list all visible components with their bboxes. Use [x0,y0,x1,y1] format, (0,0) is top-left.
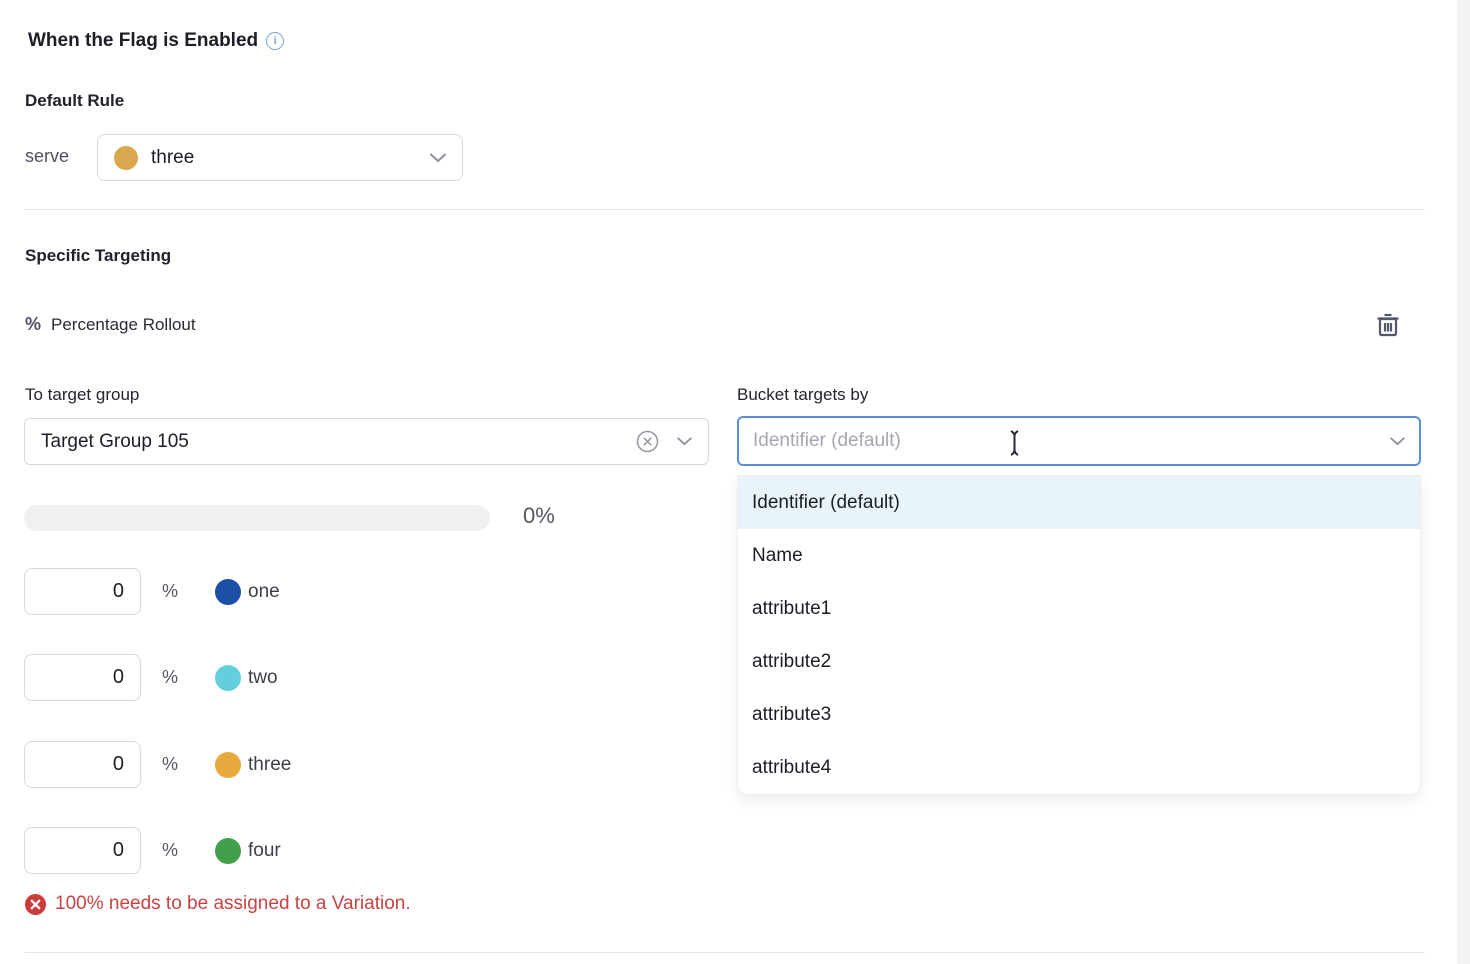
percentage-rollout-title: Percentage Rollout [51,315,196,335]
section-divider [25,209,1425,210]
delete-rule-button[interactable] [1372,310,1404,342]
menu-option-attribute1[interactable]: attribute1 [738,582,1420,635]
text-cursor-icon [1007,429,1022,462]
trash-icon [1376,312,1400,341]
variation-weight-row: % four [24,827,281,874]
menu-option-identifier-default[interactable]: Identifier (default) [738,476,1420,529]
variation-weight-row: % two [24,654,278,701]
serve-label: serve [25,146,69,167]
section-divider [25,952,1425,953]
percent-unit-label: % [162,581,178,602]
chevron-down-icon [430,153,446,163]
menu-option-name[interactable]: Name [738,529,1420,582]
bucket-targets-by-label: Bucket targets by [737,385,868,405]
chevron-down-icon [677,437,692,446]
rollout-total-percent: 0% [523,503,555,529]
variation-dot [215,838,241,864]
percentage-icon: % [25,314,41,335]
validation-error: 100% needs to be assigned to a Variation… [25,893,411,915]
page-edge-strip [1457,0,1470,964]
bucket-targets-by-input[interactable] [753,430,1390,452]
variation-dot [215,752,241,778]
clear-selection-icon[interactable] [636,430,659,453]
page-title: When the Flag is Enabled i [28,30,284,52]
variation-name: two [248,667,278,689]
variation-dot [215,665,241,691]
percent-unit-label: % [162,840,178,861]
variation-dot [114,146,138,170]
target-group-label: To target group [25,385,139,405]
validation-error-text: 100% needs to be assigned to a Variation… [55,893,411,915]
bucket-targets-by-select[interactable] [737,416,1421,466]
rollout-progress-bar [24,505,490,531]
percent-unit-label: % [162,667,178,688]
variation-weight-row: % three [24,741,291,788]
percent-unit-label: % [162,754,178,775]
error-icon [25,894,46,915]
specific-targeting-label: Specific Targeting [25,246,171,266]
bucket-targets-dropdown-menu: Identifier (default) Name attribute1 att… [737,475,1421,795]
variation-dot [215,579,241,605]
variation-one-percent-input[interactable] [24,568,141,615]
variation-name: four [248,840,281,862]
serve-variation-value: three [151,147,417,169]
default-rule-label: Default Rule [25,91,124,111]
variation-weight-row: % one [24,568,280,615]
menu-option-attribute2[interactable]: attribute2 [738,635,1420,688]
variation-name: one [248,581,280,603]
serve-variation-select[interactable]: three [97,134,463,181]
target-group-select[interactable]: Target Group 105 [24,418,709,465]
variation-four-percent-input[interactable] [24,827,141,874]
variation-three-percent-input[interactable] [24,741,141,788]
page-title-text: When the Flag is Enabled [28,30,258,52]
percentage-rollout-header: % Percentage Rollout [25,314,196,335]
chevron-down-icon [1390,437,1405,446]
info-icon[interactable]: i [266,32,284,50]
menu-option-attribute4[interactable]: attribute4 [738,741,1420,794]
variation-name: three [248,754,291,776]
menu-option-attribute3[interactable]: attribute3 [738,688,1420,741]
variation-two-percent-input[interactable] [24,654,141,701]
target-group-value: Target Group 105 [41,431,636,453]
flag-targeting-page: When the Flag is Enabled i Default Rule … [0,0,1470,964]
